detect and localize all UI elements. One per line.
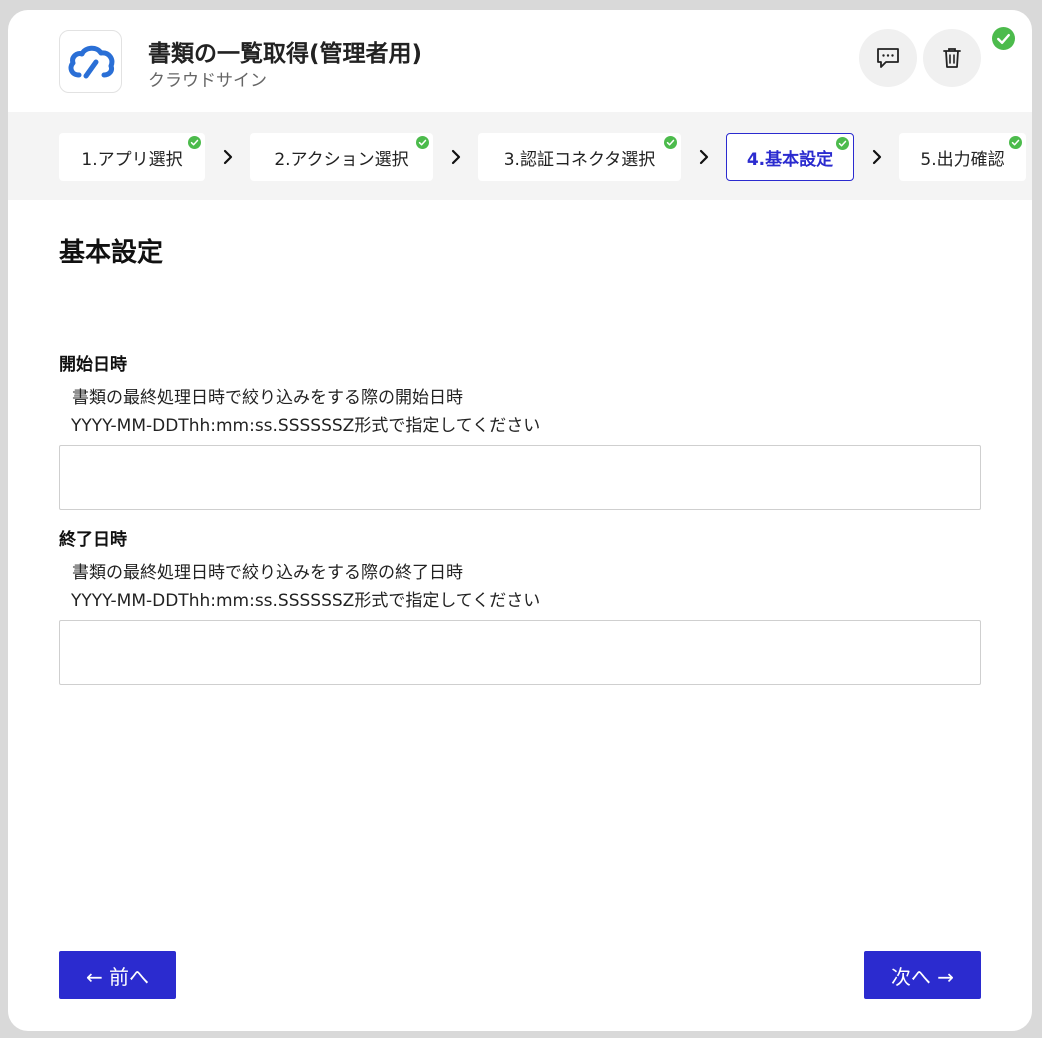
- comment-button[interactable]: [859, 29, 917, 87]
- chevron-right-icon: [872, 149, 882, 165]
- start-datetime-input[interactable]: [59, 445, 981, 510]
- workflow-card: 書類の一覧取得(管理者用) クラウドサイン 1.アプリ選択 2.アクション選択: [8, 10, 1032, 1031]
- step-label: 4.基本設定: [746, 149, 834, 170]
- start-datetime-help: 書類の最終処理日時で絞り込みをする際の開始日時 YYYY-MM-DDThh:mm…: [71, 384, 541, 440]
- delete-button[interactable]: [923, 29, 981, 87]
- check-circle-icon: [416, 136, 429, 149]
- cloud-sign-logo: [59, 30, 122, 93]
- end-datetime-help: 書類の最終処理日時で絞り込みをする際の終了日時 YYYY-MM-DDThh:mm…: [71, 559, 541, 615]
- step-action-select[interactable]: 2.アクション選択: [250, 133, 433, 181]
- step-label: 5.出力確認: [920, 149, 1005, 170]
- comment-icon: [877, 48, 899, 68]
- section-title: 基本設定: [59, 238, 164, 268]
- chevron-right-icon: [223, 149, 233, 165]
- check-circle-icon: [1009, 136, 1022, 149]
- steps-bar: 1.アプリ選択 2.アクション選択 3.認証コネクタ選択 4.基本設定 5.出力…: [8, 112, 1032, 200]
- cloud-icon: [68, 45, 114, 78]
- help-text: 書類の最終処理日時で絞り込みをする際の開始日時: [72, 388, 463, 408]
- next-button[interactable]: 次へ →: [864, 951, 981, 999]
- app-subtitle: クラウドサイン: [148, 71, 267, 91]
- prev-button[interactable]: ← 前へ: [59, 951, 176, 999]
- step-output-confirm[interactable]: 5.出力確認: [899, 133, 1026, 181]
- chevron-right-icon: [451, 149, 461, 165]
- step-label: 2.アクション選択: [274, 149, 409, 170]
- check-circle-icon: [664, 136, 677, 149]
- trash-icon: [943, 48, 961, 68]
- page-title: 書類の一覧取得(管理者用): [148, 41, 423, 67]
- check-circle-icon: [992, 27, 1015, 50]
- step-app-select[interactable]: 1.アプリ選択: [59, 133, 205, 181]
- check-circle-icon: [188, 136, 201, 149]
- start-datetime-label: 開始日時: [59, 355, 127, 375]
- check-circle-icon: [836, 137, 849, 150]
- help-text: YYYY-MM-DDThh:mm:ss.SSSSSSZ形式で指定してください: [71, 591, 541, 611]
- step-auth-connector-select[interactable]: 3.認証コネクタ選択: [478, 133, 681, 181]
- step-label: 1.アプリ選択: [81, 149, 183, 170]
- step-basic-settings[interactable]: 4.基本設定: [726, 133, 854, 181]
- help-text: YYYY-MM-DDThh:mm:ss.SSSSSSZ形式で指定してください: [71, 416, 541, 436]
- help-text: 書類の最終処理日時で絞り込みをする際の終了日時: [72, 563, 463, 583]
- step-label: 3.認証コネクタ選択: [503, 149, 656, 170]
- end-datetime-input[interactable]: [59, 620, 981, 685]
- chevron-right-icon: [699, 149, 709, 165]
- end-datetime-label: 終了日時: [59, 530, 127, 550]
